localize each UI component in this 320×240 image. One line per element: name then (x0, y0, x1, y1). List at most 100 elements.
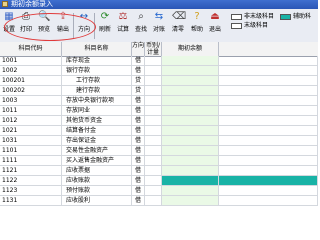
export-button[interactable]: ⇪ 输出 (55, 11, 71, 39)
table-row[interactable]: 1031 存出保证金借 (0, 136, 318, 146)
cell-filler (219, 136, 318, 145)
table-row[interactable]: 1111 买入返售金融资产借 (0, 156, 318, 166)
find-button[interactable]: ⌕ 查找 (133, 11, 149, 39)
cell-code: 100202 (0, 86, 62, 95)
table-row[interactable]: 1011 存放同业借 (0, 106, 318, 116)
trial-balance-button[interactable]: ⚖ 试算 (115, 11, 131, 39)
cell-direction: 借 (132, 96, 145, 105)
cell-code: 1021 (0, 126, 62, 135)
toolbar-separator (73, 13, 74, 39)
header-direction[interactable]: 方向 (132, 42, 145, 56)
cell-filler (219, 76, 318, 85)
cell-balance[interactable] (162, 56, 219, 65)
settings-button[interactable]: ▦ 设置 (1, 11, 17, 39)
cell-currency (145, 196, 162, 205)
cell-direction: 借 (132, 56, 145, 65)
cell-balance[interactable] (162, 116, 219, 125)
cell-direction: 借 (132, 126, 145, 135)
cell-name: 交易性金融资产 (62, 146, 132, 155)
header-code[interactable]: 科目代码 (0, 42, 62, 56)
legend-label-aux: 辅助科 (293, 13, 312, 20)
cell-code: 1011 (0, 106, 62, 115)
cell-balance[interactable] (162, 146, 219, 155)
trial-balance-icon: ⚖ (118, 11, 128, 22)
cell-filler (219, 56, 318, 65)
cell-name: 存出保证金 (62, 136, 132, 145)
direction-button[interactable]: ↔ 方向 (76, 11, 92, 39)
cell-currency (145, 156, 162, 165)
cell-currency (145, 106, 162, 115)
cell-name: 存放同业 (62, 106, 132, 115)
header-currency[interactable]: 币别/计量 (145, 42, 162, 56)
cell-currency (145, 136, 162, 145)
find-icon: ⌕ (138, 11, 144, 22)
clear-button[interactable]: ⌫ 清零 (170, 11, 186, 39)
refresh-button[interactable]: ⟳ 刷新 (97, 11, 113, 39)
help-button[interactable]: ? 帮助 (189, 11, 205, 39)
cell-filler (219, 176, 318, 185)
help-icon: ? (194, 11, 200, 22)
window-title: 期初余额录入 (11, 0, 53, 8)
cell-direction: 借 (132, 166, 145, 175)
cell-code: 1003 (0, 96, 62, 105)
cell-filler (219, 106, 318, 115)
table-row[interactable]: 1003 存放中央银行款项借 (0, 96, 318, 106)
exit-button[interactable]: ⏏ 退出 (207, 11, 223, 39)
header-balance[interactable]: 期初余额 (162, 42, 219, 56)
cell-currency (145, 146, 162, 155)
cell-balance[interactable] (162, 186, 219, 195)
toolbar: ▦ 设置 ⎙ 打印 🔍 预览 ⇪ 输出 ↔ 方向 ⟳ 刷新 ⚖ 试算 ⌕ 查找 … (0, 9, 318, 43)
balance-grid: 科目代码 科目名称 方向 币别/计量 期初余额 1001 库存现金借 1002 银行存… (0, 42, 318, 206)
cell-balance[interactable] (162, 76, 219, 85)
table-row[interactable]: 1122 应收账款借 (0, 176, 318, 186)
cell-filler (219, 116, 318, 125)
table-row[interactable]: 100202 建行存款贷 (0, 86, 318, 96)
cell-balance[interactable] (162, 136, 219, 145)
cell-balance[interactable] (162, 106, 219, 115)
table-row[interactable]: 1123 预付账款借 (0, 186, 318, 196)
cell-direction: 借 (132, 136, 145, 145)
cell-filler (219, 166, 318, 175)
cell-filler (219, 66, 318, 75)
table-row[interactable]: 1002 银行存款借 (0, 66, 318, 76)
toolbar-separator (94, 13, 95, 39)
cell-balance[interactable] (162, 96, 219, 105)
cell-currency (145, 56, 162, 65)
direction-icon: ↔ (79, 11, 89, 22)
preview-icon: 🔍 (38, 11, 51, 22)
cell-balance[interactable] (162, 156, 219, 165)
cell-currency (145, 86, 162, 95)
legend-swatch-non-leaf (231, 14, 242, 20)
cell-balance[interactable] (162, 126, 219, 135)
table-row[interactable]: 1101 交易性金融资产借 (0, 146, 318, 156)
title-bar: 期初余额录入 (0, 0, 318, 9)
cell-balance[interactable] (162, 66, 219, 75)
cell-code: 1111 (0, 156, 62, 165)
table-row[interactable]: 1021 结算备付金借 (0, 126, 318, 136)
cell-filler (219, 96, 318, 105)
exit-icon: ⏏ (210, 11, 220, 22)
cell-currency (145, 166, 162, 175)
reconcile-button[interactable]: ⇆ 对账 (151, 11, 167, 39)
preview-button[interactable]: 🔍 预览 (36, 11, 52, 39)
reconcile-icon: ⇆ (154, 11, 164, 22)
legend-label-leaf: 末级科目 (244, 22, 269, 29)
cell-code: 1002 (0, 66, 62, 75)
cell-balance[interactable] (162, 166, 219, 175)
table-row[interactable]: 1131 应收股利借 (0, 196, 318, 206)
cell-balance[interactable] (162, 86, 219, 95)
cell-name: 工行存款 (62, 76, 132, 85)
refresh-icon: ⟳ (100, 11, 110, 22)
cell-code: 100201 (0, 76, 62, 85)
print-button[interactable]: ⎙ 打印 (18, 11, 34, 39)
table-row[interactable]: 1121 应收票据借 (0, 166, 318, 176)
cell-balance[interactable] (162, 176, 219, 185)
table-row[interactable]: 1001 库存现金借 (0, 56, 318, 66)
table-row[interactable]: 100201 工行存款贷 (0, 76, 318, 86)
cell-code: 1122 (0, 176, 62, 185)
cell-name: 其他货币资金 (62, 116, 132, 125)
cell-name: 存放中央银行款项 (62, 96, 132, 105)
header-name[interactable]: 科目名称 (62, 42, 132, 56)
table-row[interactable]: 1012 其他货币资金借 (0, 116, 318, 126)
cell-balance[interactable] (162, 196, 219, 205)
